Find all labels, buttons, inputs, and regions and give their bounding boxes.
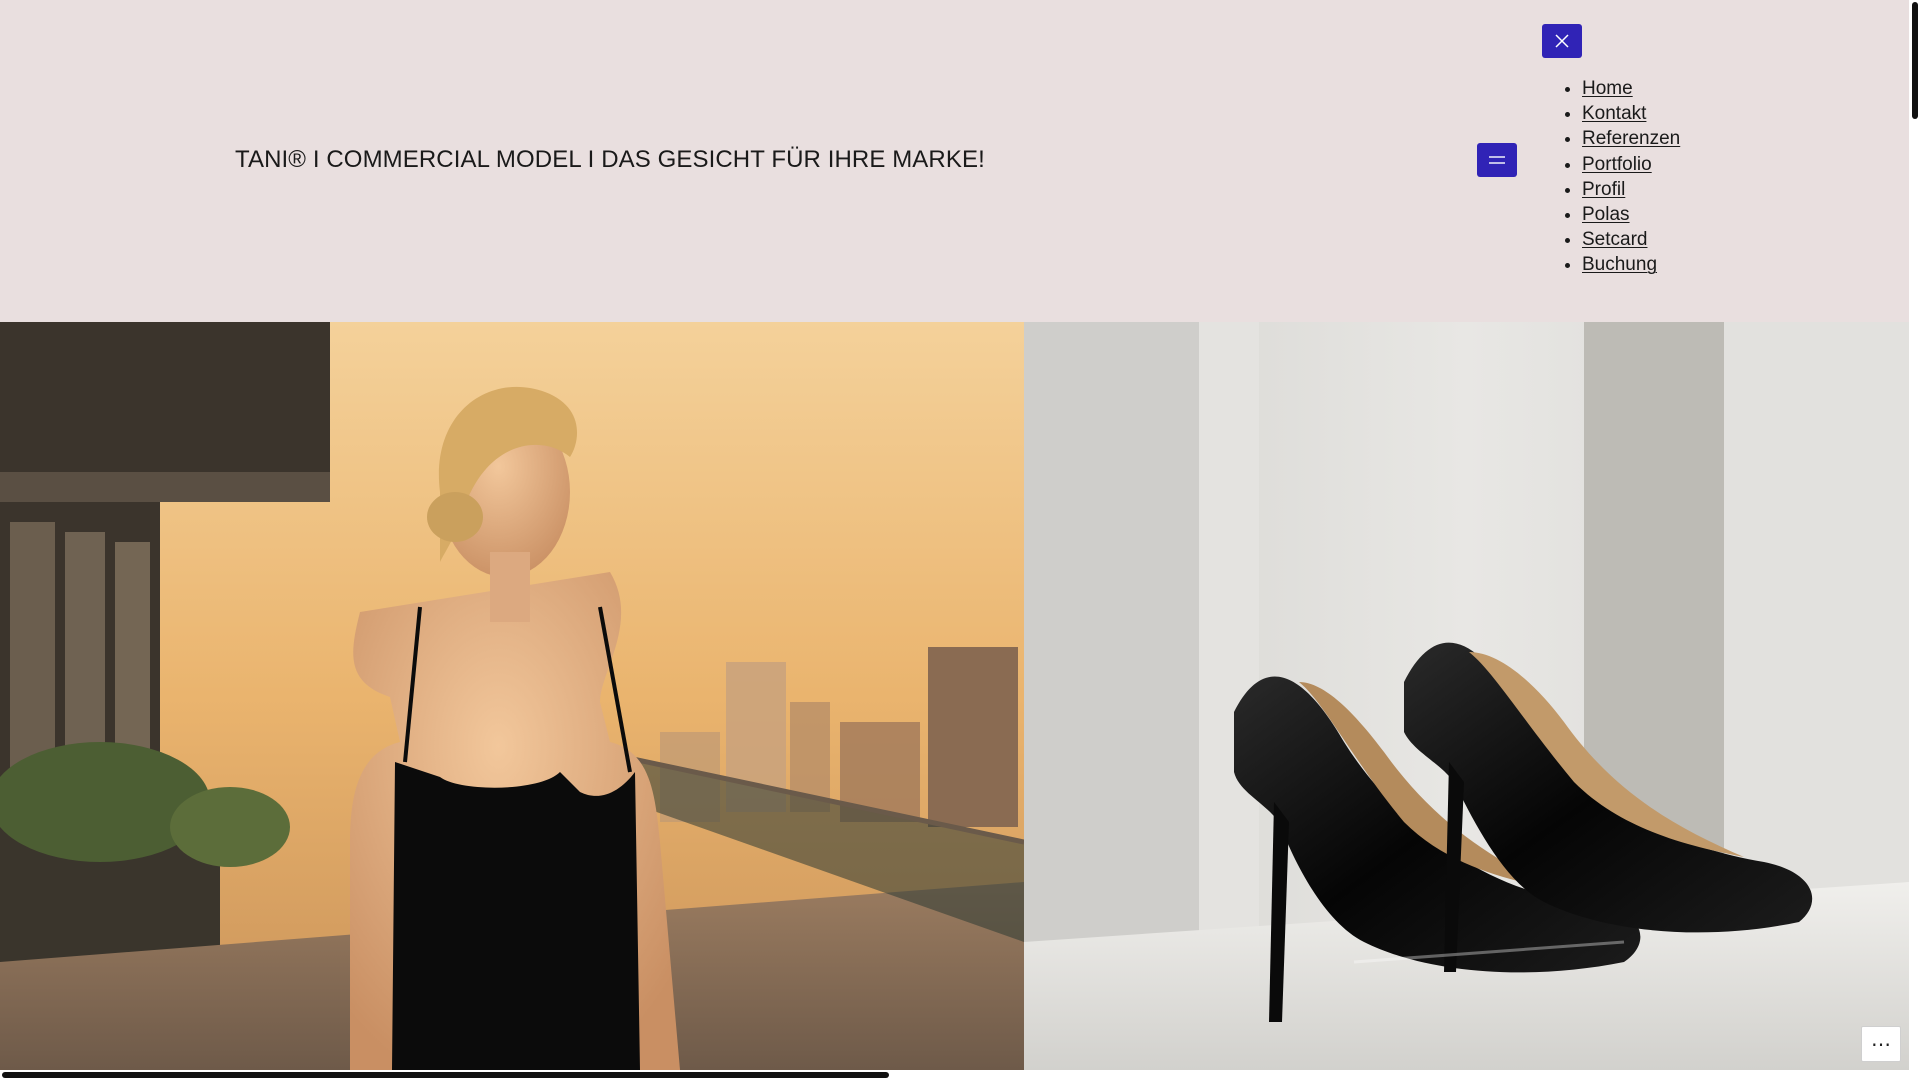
hero-gallery <box>0 322 1909 1070</box>
nav-item-profil: Profil <box>1582 177 1680 202</box>
nav-link-referenzen[interactable]: Referenzen <box>1582 128 1680 149</box>
nav-item-portfolio: Portfolio <box>1582 152 1680 177</box>
hero-image-heels <box>1024 322 1909 1070</box>
hamburger-icon <box>1489 156 1505 164</box>
nav-link-portfolio[interactable]: Portfolio <box>1582 154 1652 175</box>
nav-link-kontakt[interactable]: Kontakt <box>1582 103 1646 124</box>
nav-link-polas[interactable]: Polas <box>1582 204 1630 225</box>
nav-item-setcard: Setcard <box>1582 227 1680 252</box>
hero-image-woman <box>0 322 1024 1070</box>
horizontal-scrollbar-thumb[interactable] <box>2 1072 889 1078</box>
woman-in-black-dress-illustration <box>0 322 1024 1070</box>
nav-item-polas: Polas <box>1582 202 1680 227</box>
more-dots-icon: ⋯ <box>1871 1033 1891 1056</box>
nav-link-home[interactable]: Home <box>1582 78 1633 99</box>
nav-item-home: Home <box>1582 76 1680 101</box>
nav-item-referenzen: Referenzen <box>1582 126 1680 151</box>
nav-item-kontakt: Kontakt <box>1582 101 1680 126</box>
black-high-heels-illustration <box>1024 322 1909 1070</box>
nav-link-setcard[interactable]: Setcard <box>1582 229 1647 250</box>
nav-link-buchung[interactable]: Buchung <box>1582 254 1657 275</box>
page: TANI® I COMMERCIAL MODEL I DAS GESICHT F… <box>0 0 1909 1080</box>
nav-link-profil[interactable]: Profil <box>1582 179 1625 200</box>
more-options-button[interactable]: ⋯ <box>1861 1026 1901 1062</box>
menu-open-button[interactable] <box>1477 143 1517 177</box>
close-icon <box>1555 34 1569 48</box>
nav-item-buchung: Buchung <box>1582 252 1680 277</box>
site-title[interactable]: TANI® I COMMERCIAL MODEL I DAS GESICHT F… <box>235 146 985 174</box>
vertical-scrollbar[interactable] <box>1909 0 1920 1080</box>
vertical-scrollbar-thumb[interactable] <box>1912 2 1918 119</box>
horizontal-scrollbar[interactable] <box>0 1070 1909 1080</box>
main-navigation: Home Kontakt Referenzen Portfolio Profil… <box>1537 76 1680 278</box>
menu-close-button[interactable] <box>1542 24 1582 58</box>
